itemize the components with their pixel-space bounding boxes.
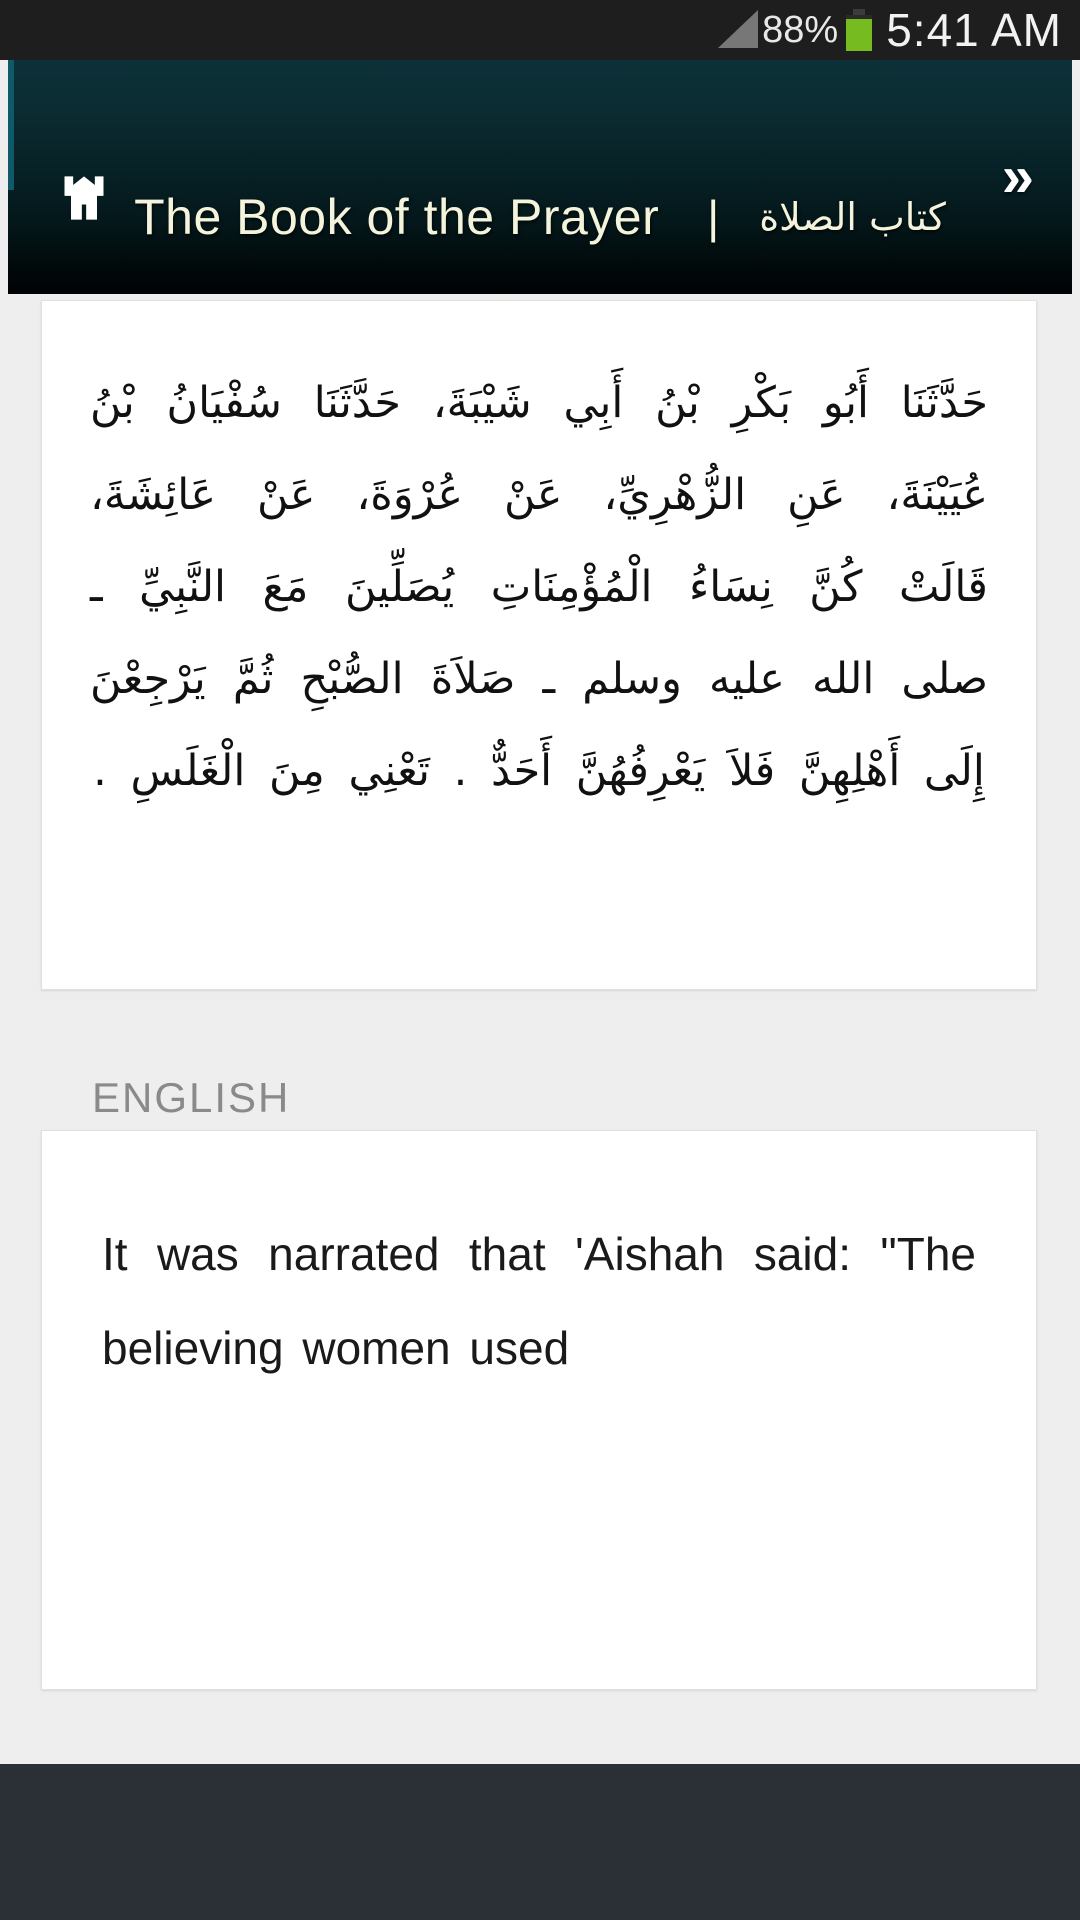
page-title-english: The Book of the Prayer <box>134 189 660 245</box>
arabic-hadith-card: حَدَّثَنَا أَبُو بَكْرِ بْنُ أَبِي شَيْب… <box>41 300 1037 990</box>
english-section-label: ENGLISH <box>92 1074 291 1121</box>
title-separator: | <box>707 191 720 243</box>
app-header: » The Book of the Prayer | كتاب الصلاة <box>8 60 1072 294</box>
content-scroll-area[interactable]: حَدَّثَنَا أَبُو بَكْرِ بْنُ أَبِي شَيْب… <box>0 294 1080 1764</box>
status-bar: 88% 5:41 AM <box>0 0 1080 60</box>
arabic-hadith-text: حَدَّثَنَا أَبُو بَكْرِ بْنُ أَبِي شَيْب… <box>90 378 988 796</box>
signal-triangle-icon <box>714 10 759 50</box>
bottom-navigation-bar <box>0 1764 1080 1920</box>
app-screen: 88% 5:41 AM » The Book of the Prayer | ك… <box>0 0 1080 1920</box>
battery-percent-label: 88% <box>762 8 839 51</box>
english-translation-text: It was narrated that 'Aishah said: "The … <box>102 1228 976 1374</box>
header-title-row: The Book of the Prayer | كتاب الصلاة <box>8 188 1072 246</box>
english-translation-card: It was narrated that 'Aishah said: "The … <box>41 1130 1037 1690</box>
page-title-arabic: كتاب الصلاة <box>759 195 946 239</box>
status-bar-clock: 5:41 AM <box>886 4 1062 56</box>
battery-icon <box>846 9 873 51</box>
